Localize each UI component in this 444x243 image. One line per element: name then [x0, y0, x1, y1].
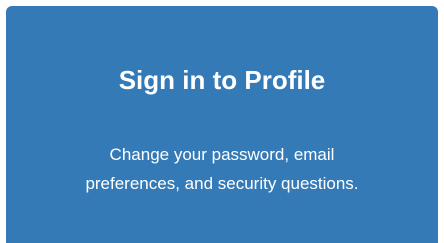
card-title: Sign in to Profile	[118, 65, 326, 95]
sign-in-profile-card[interactable]: Sign in to Profile Change your password,…	[6, 6, 438, 243]
card-description-line-1: Change your password, email	[109, 145, 335, 164]
card-description-line-2: preferences, and security questions.	[85, 174, 359, 193]
card-description: Change your password, email preferences,…	[26, 140, 418, 198]
